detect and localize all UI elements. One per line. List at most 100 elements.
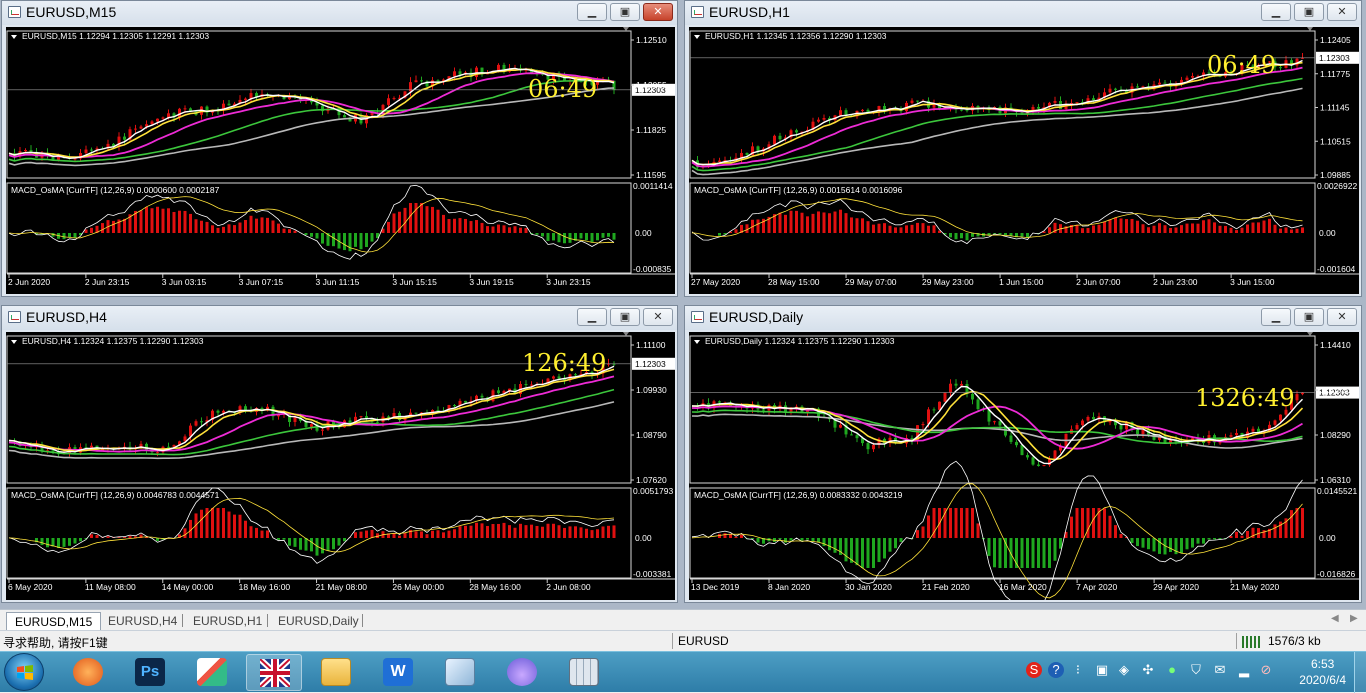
price-axis-label: 1.11100 xyxy=(636,340,666,350)
chart-window-eurusd-h4[interactable]: EURUSD,H4 ▁ ▣ ✕ EURUSD,H4 1.12324 1.1237… xyxy=(1,305,678,603)
maximize-icon: ▣ xyxy=(1295,4,1323,20)
taskbar-app-calculator[interactable] xyxy=(556,654,612,691)
price-axis-label: 1.06310 xyxy=(1320,475,1351,485)
chat-tray-icon[interactable]: ✉ xyxy=(1212,662,1228,678)
chart-window-icon xyxy=(8,6,21,18)
start-button[interactable] xyxy=(4,653,44,691)
chart-area[interactable]: EURUSD,Daily 1.12324 1.12375 1.12290 1.1… xyxy=(689,332,1359,600)
status-separator xyxy=(1236,633,1237,649)
taskbar-app-wps[interactable]: W xyxy=(370,654,426,691)
tab-eurusd-m15[interactable]: EURUSD,M15 xyxy=(6,612,101,630)
mt4-workspace: EURUSD,M15 ▁ ▣ ✕ EURUSD,M15 1.12294 1.12… xyxy=(0,0,1366,692)
minimize-button[interactable]: ▁ xyxy=(1261,3,1291,21)
price-and-macd-chart[interactable]: EURUSD,M15 1.12294 1.12305 1.12291 1.123… xyxy=(6,27,675,294)
tab-separator xyxy=(182,614,183,627)
taskbar-app-mt4[interactable] xyxy=(246,654,302,691)
time-axis-label: 16 Mar 2020 xyxy=(999,582,1047,592)
time-axis-label: 21 May 08:00 xyxy=(316,582,368,592)
taskbar-app-notebook[interactable] xyxy=(432,654,488,691)
status-symbol: EURUSD xyxy=(678,634,729,648)
time-axis-label: 6 May 2020 xyxy=(8,582,53,592)
chart-window-icon xyxy=(691,6,704,18)
close-button[interactable]: ✕ xyxy=(1327,3,1357,21)
time-axis-label: 2 Jun 23:15 xyxy=(85,277,130,287)
macd-header: MACD_OsMA [CurrTF] (12,26,9) 0.0015614 0… xyxy=(694,185,903,195)
minimize-icon: ▁ xyxy=(578,4,606,20)
calculator-icon xyxy=(569,658,599,686)
close-button[interactable]: ✕ xyxy=(643,308,673,326)
macd-header: MACD_OsMA [CurrTF] (12,26,9) 0.0046783 0… xyxy=(11,490,220,500)
wechat-tray-icon[interactable]: ● xyxy=(1164,662,1180,678)
tab-scroll-left-icon[interactable]: ◀ xyxy=(1331,613,1339,624)
taskbar-app-photoshop[interactable]: Ps xyxy=(122,654,178,691)
maximize-button[interactable]: ▣ xyxy=(610,308,640,326)
chart-area[interactable]: EURUSD,H4 1.12324 1.12375 1.12290 1.1230… xyxy=(6,332,675,600)
time-axis-label: 13 Dec 2019 xyxy=(691,582,739,592)
collapse-arrow-icon xyxy=(694,35,700,39)
window-titlebar[interactable]: EURUSD,M15 ▁ ▣ ✕ xyxy=(2,1,677,25)
minimize-button[interactable]: ▁ xyxy=(1261,308,1291,326)
price-axis-label: 1.11825 xyxy=(636,125,666,135)
macd-axis-label: 0.00 xyxy=(635,228,652,238)
show-desktop-button[interactable] xyxy=(1354,652,1366,693)
tray-expand-icon[interactable]: ⁝ xyxy=(1070,662,1086,678)
chart-window-eurusd-h1[interactable]: EURUSD,H1 ▁ ▣ ✕ EURUSD,H1 1.12345 1.1235… xyxy=(684,0,1362,297)
time-axis-label: 3 Jun 23:15 xyxy=(546,277,591,287)
time-axis-label: 28 May 15:00 xyxy=(768,277,820,287)
window-titlebar[interactable]: EURUSD,H4 ▁ ▣ ✕ xyxy=(2,306,677,330)
taskbar-app-bird[interactable] xyxy=(60,654,116,691)
taskbar-app-cloud[interactable] xyxy=(494,654,550,691)
tab-eurusd-h1[interactable]: EURUSD,H1 xyxy=(185,612,270,630)
volume-muted-icon[interactable]: ⊘ xyxy=(1258,662,1274,678)
maximize-button[interactable]: ▣ xyxy=(1294,3,1324,21)
taskbar-app-paint[interactable] xyxy=(184,654,240,691)
cloud-app-icon xyxy=(507,658,537,686)
network-config-icon[interactable]: ✣ xyxy=(1140,662,1156,678)
security-tray-icon[interactable]: ▣ xyxy=(1094,662,1110,678)
time-axis-label: 3 Jun 03:15 xyxy=(162,277,207,287)
minimize-button[interactable]: ▁ xyxy=(577,308,607,326)
chart-area[interactable]: EURUSD,M15 1.12294 1.12305 1.12291 1.123… xyxy=(6,27,675,294)
file-explorer-icon xyxy=(321,658,351,686)
tab-eurusd-daily[interactable]: EURUSD,Daily xyxy=(270,612,367,630)
package-tray-icon[interactable]: ◈ xyxy=(1116,662,1132,678)
time-axis-label: 1 Jun 15:00 xyxy=(999,277,1044,287)
windows-logo-icon xyxy=(16,664,34,682)
window-titlebar[interactable]: EURUSD,H1 ▁ ▣ ✕ xyxy=(685,1,1361,25)
help-tray-icon[interactable]: ? xyxy=(1048,662,1064,678)
close-icon: ✕ xyxy=(1328,4,1356,20)
chart-area[interactable]: EURUSD,H1 1.12345 1.12356 1.12290 1.1230… xyxy=(689,27,1359,294)
candle-timer: 06:49 xyxy=(528,75,597,103)
clock-time: 6:53 xyxy=(1299,657,1346,671)
shield-tray-icon[interactable]: ⛉ xyxy=(1188,662,1204,678)
window-titlebar[interactable]: EURUSD,Daily ▁ ▣ ✕ xyxy=(685,306,1361,330)
signal-strength-icon[interactable]: ▂ xyxy=(1236,662,1252,678)
price-axis-label: 1.09885 xyxy=(1320,170,1351,180)
price-axis-label: 1.08790 xyxy=(636,430,667,440)
maximize-button[interactable]: ▣ xyxy=(1294,308,1324,326)
taskbar-app-explorer[interactable] xyxy=(308,654,364,691)
status-bar: 寻求帮助, 请按F1键 EURUSD 1576/3 kb xyxy=(0,630,1366,651)
chart-window-eurusd-daily[interactable]: EURUSD,Daily ▁ ▣ ✕ EURUSD,Daily 1.12324 … xyxy=(684,305,1362,603)
time-axis-label: 29 Apr 2020 xyxy=(1153,582,1199,592)
chart-header: EURUSD,Daily 1.12324 1.12375 1.12290 1.1… xyxy=(705,336,895,346)
time-axis-label: 29 May 07:00 xyxy=(845,277,897,287)
time-axis-label: 3 Jun 15:00 xyxy=(1230,277,1275,287)
minimize-icon: ▁ xyxy=(1262,309,1290,325)
taskbar-clock[interactable]: 6:53 2020/6/4 xyxy=(1299,657,1346,687)
tab-eurusd-h4[interactable]: EURUSD,H4 xyxy=(100,612,185,630)
chart-header: EURUSD,H1 1.12345 1.12356 1.12290 1.1230… xyxy=(705,31,887,41)
input-method-icon[interactable]: S xyxy=(1026,662,1042,678)
chart-window-icon xyxy=(8,311,21,323)
tab-scroll-right-icon[interactable]: ▶ xyxy=(1350,613,1358,624)
close-button[interactable]: ✕ xyxy=(1327,308,1357,326)
price-axis-label: 1.11775 xyxy=(1320,69,1350,79)
chart-window-eurusd-m15[interactable]: EURUSD,M15 ▁ ▣ ✕ EURUSD,M15 1.12294 1.12… xyxy=(1,0,678,297)
maximize-button[interactable]: ▣ xyxy=(610,3,640,21)
price-and-macd-chart[interactable]: EURUSD,Daily 1.12324 1.12375 1.12290 1.1… xyxy=(689,332,1359,600)
macd-axis-label: 0.00 xyxy=(1319,533,1336,543)
collapse-arrow-icon xyxy=(11,340,17,344)
close-button[interactable]: ✕ xyxy=(643,3,673,21)
minimize-button[interactable]: ▁ xyxy=(577,3,607,21)
collapse-arrow-icon xyxy=(11,35,17,39)
